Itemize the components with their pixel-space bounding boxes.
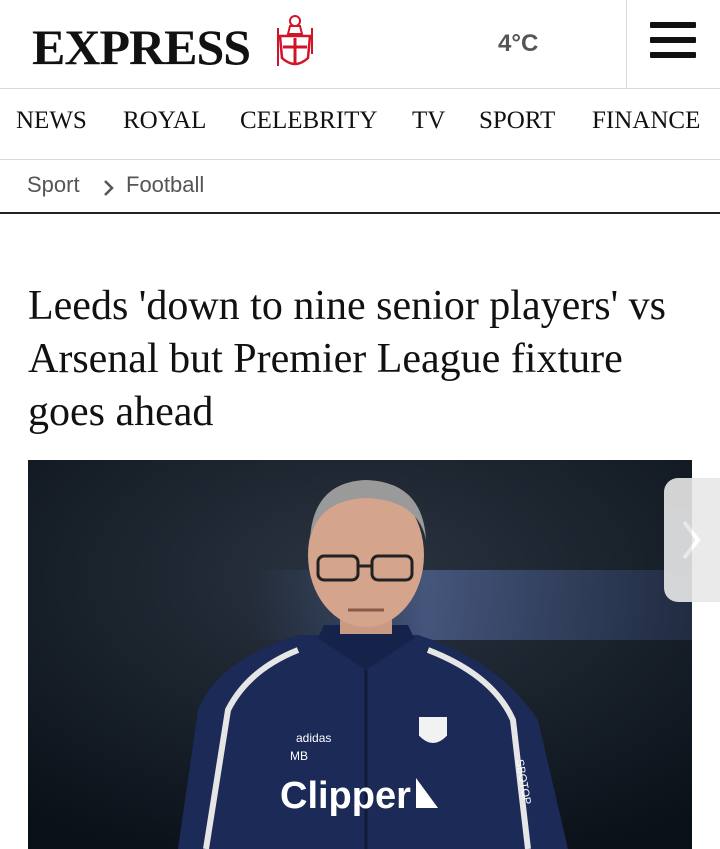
hamburger-icon	[650, 22, 696, 28]
initials-text: MB	[290, 749, 308, 763]
crusader-crest-icon	[277, 15, 313, 66]
nav-item-royal[interactable]: ROYAL	[123, 107, 206, 135]
section-nav: NEWS ROYAL CELEBRITY TV SPORT FINANCE	[0, 89, 720, 160]
site-logo[interactable]: EXPRESS	[32, 18, 251, 76]
weather-temperature[interactable]: 4°C	[498, 30, 538, 58]
sponsor-text: Clipper	[280, 775, 411, 817]
nav-item-finance[interactable]: FINANCE	[592, 107, 700, 135]
breadcrumb-football[interactable]: Football	[126, 172, 204, 198]
chevron-right-icon	[682, 520, 701, 560]
nav-item-news[interactable]: NEWS	[16, 107, 87, 135]
chevron-right-icon	[104, 180, 114, 196]
menu-button[interactable]	[648, 22, 698, 66]
carousel-next-button[interactable]	[664, 478, 720, 602]
header-divider	[626, 0, 627, 88]
nav-item-sport[interactable]: SPORT	[479, 107, 555, 135]
article-headline: Leeds 'down to nine senior players' vs A…	[28, 283, 666, 435]
kit-maker-text: adidas	[296, 731, 331, 745]
site-header: EXPRESS 4°C	[0, 0, 720, 89]
manager-photo: adidas MB Clipper SBOTOP	[28, 460, 692, 849]
breadcrumb-sport[interactable]: Sport	[27, 172, 80, 198]
breadcrumb: Sport Football	[0, 160, 720, 214]
article-hero-image[interactable]: adidas MB Clipper SBOTOP	[28, 460, 692, 849]
nav-item-celebrity[interactable]: CELEBRITY	[240, 107, 378, 135]
nav-item-tv[interactable]: TV	[412, 107, 445, 135]
